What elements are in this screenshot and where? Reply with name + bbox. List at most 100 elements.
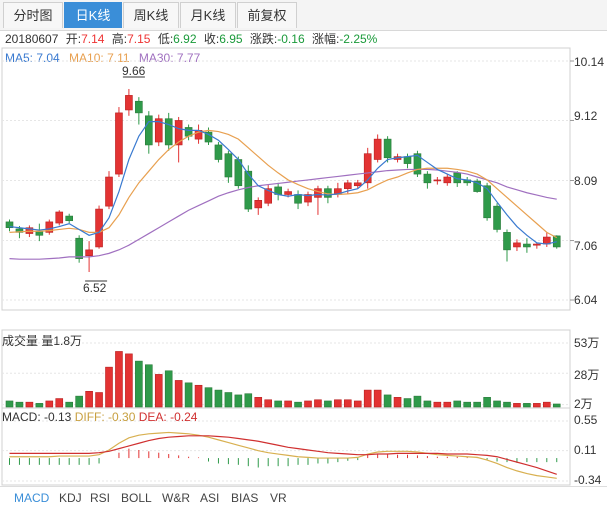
volume-bar: [453, 400, 462, 408]
candle-body: [294, 194, 302, 204]
volume-bar: [274, 400, 282, 408]
dea-value: DEA: -0.24: [138, 410, 198, 424]
volume-bar: [542, 401, 551, 408]
candle-body: [164, 118, 173, 146]
candle-body: [343, 182, 352, 189]
price-tick-5: 6.04: [574, 293, 598, 307]
volume-bar: [483, 397, 491, 408]
indicator-tab-vr[interactable]: VR: [270, 491, 287, 505]
macd-tick-1: 0.55: [574, 413, 598, 427]
volume-bar: [383, 394, 392, 408]
volume-bar: [443, 401, 452, 408]
candle-body: [433, 179, 442, 182]
candle-body: [145, 115, 153, 146]
price-tick-3: 8.09: [574, 174, 598, 188]
candle-body: [533, 243, 541, 246]
volume-bar: [503, 401, 511, 408]
volume-bar: [413, 395, 422, 408]
candle-body: [125, 95, 133, 111]
volume-bar: [214, 389, 223, 408]
candle-body: [373, 138, 382, 160]
candle-body: [224, 153, 233, 178]
price-tick-1: 10.14: [574, 55, 605, 69]
volume-bar: [244, 393, 253, 408]
indicator-tab-wr[interactable]: W&R: [162, 491, 190, 505]
volume-tick-2: 28万: [574, 368, 600, 382]
volume-bar: [353, 400, 362, 408]
candle-body: [115, 112, 123, 175]
candle-body: [35, 230, 44, 236]
volume-bar: [35, 403, 44, 408]
volume-bar: [324, 400, 332, 408]
volume-bar: [85, 391, 93, 408]
volume-bar: [373, 389, 382, 408]
volume-bar: [403, 398, 412, 408]
candle-body: [75, 237, 83, 259]
volume-bar: [55, 398, 64, 408]
volume-bar: [75, 395, 83, 408]
indicator-tab-kdj[interactable]: KDJ: [59, 491, 82, 505]
candle-body: [423, 173, 432, 184]
volume-bar: [343, 399, 352, 408]
candle-body: [523, 243, 531, 248]
indicator-tabs: MACD KDJ RSI BOLL W&R ASI BIAS VR: [0, 486, 607, 511]
volume-tick-3: 2万: [574, 397, 593, 411]
volume-bar: [254, 397, 263, 408]
candle-body: [503, 232, 511, 251]
diff-line: [9, 431, 557, 479]
volume-bar: [154, 374, 163, 408]
volume-bar: [174, 380, 183, 408]
volume-bar: [552, 403, 561, 408]
candle-body: [403, 156, 412, 164]
volume-bar: [45, 400, 54, 408]
volume-bar: [473, 401, 481, 408]
candle-body: [284, 191, 292, 195]
macd-legend: MACD: -0.13 DIFF: -0.30 DEA: -0.24: [2, 410, 197, 424]
volume-bar: [493, 400, 501, 408]
volume-bar: [533, 403, 541, 408]
volume-bar: [15, 401, 24, 408]
candle-body: [135, 100, 143, 114]
volume-bar: [194, 384, 203, 408]
volume-bar: [65, 401, 73, 408]
indicator-tab-macd[interactable]: MACD: [14, 491, 49, 505]
volume-bar: [105, 366, 113, 408]
indicator-tab-boll[interactable]: BOLL: [121, 491, 152, 505]
volume-bar: [513, 403, 521, 408]
volume-bar: [304, 400, 312, 408]
candle-body: [353, 182, 362, 187]
candle-body: [254, 200, 263, 209]
volume-bar: [314, 399, 322, 408]
candle-body: [383, 138, 392, 159]
candle-body: [483, 185, 491, 219]
min-price-annotation: 6.52: [83, 281, 107, 295]
candle-body: [55, 211, 64, 224]
macd-tick-2: 0.11: [574, 443, 597, 457]
volume-bar: [393, 397, 402, 408]
volume-label: 成交量 量1.8万: [2, 334, 83, 348]
candle-body: [513, 242, 521, 248]
macd-tick-3: -0.34: [574, 473, 602, 487]
volume-bar: [433, 401, 442, 408]
volume-bar: [224, 392, 233, 408]
candle-body: [314, 188, 322, 198]
indicator-tab-rsi[interactable]: RSI: [90, 491, 110, 505]
volume-bar: [284, 400, 292, 408]
indicator-tab-bias[interactable]: BIAS: [231, 491, 258, 505]
volume-bar: [95, 392, 103, 408]
candle-body: [493, 205, 501, 230]
indicator-tab-asi[interactable]: ASI: [200, 491, 219, 505]
volume-bar: [294, 401, 302, 408]
diff-value: DIFF: -0.30: [74, 410, 136, 424]
candle-body: [85, 249, 93, 256]
volume-bar: [115, 351, 123, 408]
candle-body: [363, 153, 372, 184]
max-price-annotation: 9.66: [122, 64, 146, 78]
candle-body: [65, 215, 73, 222]
price-tick-2: 9.12: [574, 109, 598, 123]
volume-bar: [184, 382, 193, 408]
volume-bar: [125, 353, 133, 408]
volume-bar: [25, 401, 34, 408]
volume-bar: [164, 370, 173, 408]
candle-body: [105, 176, 113, 207]
